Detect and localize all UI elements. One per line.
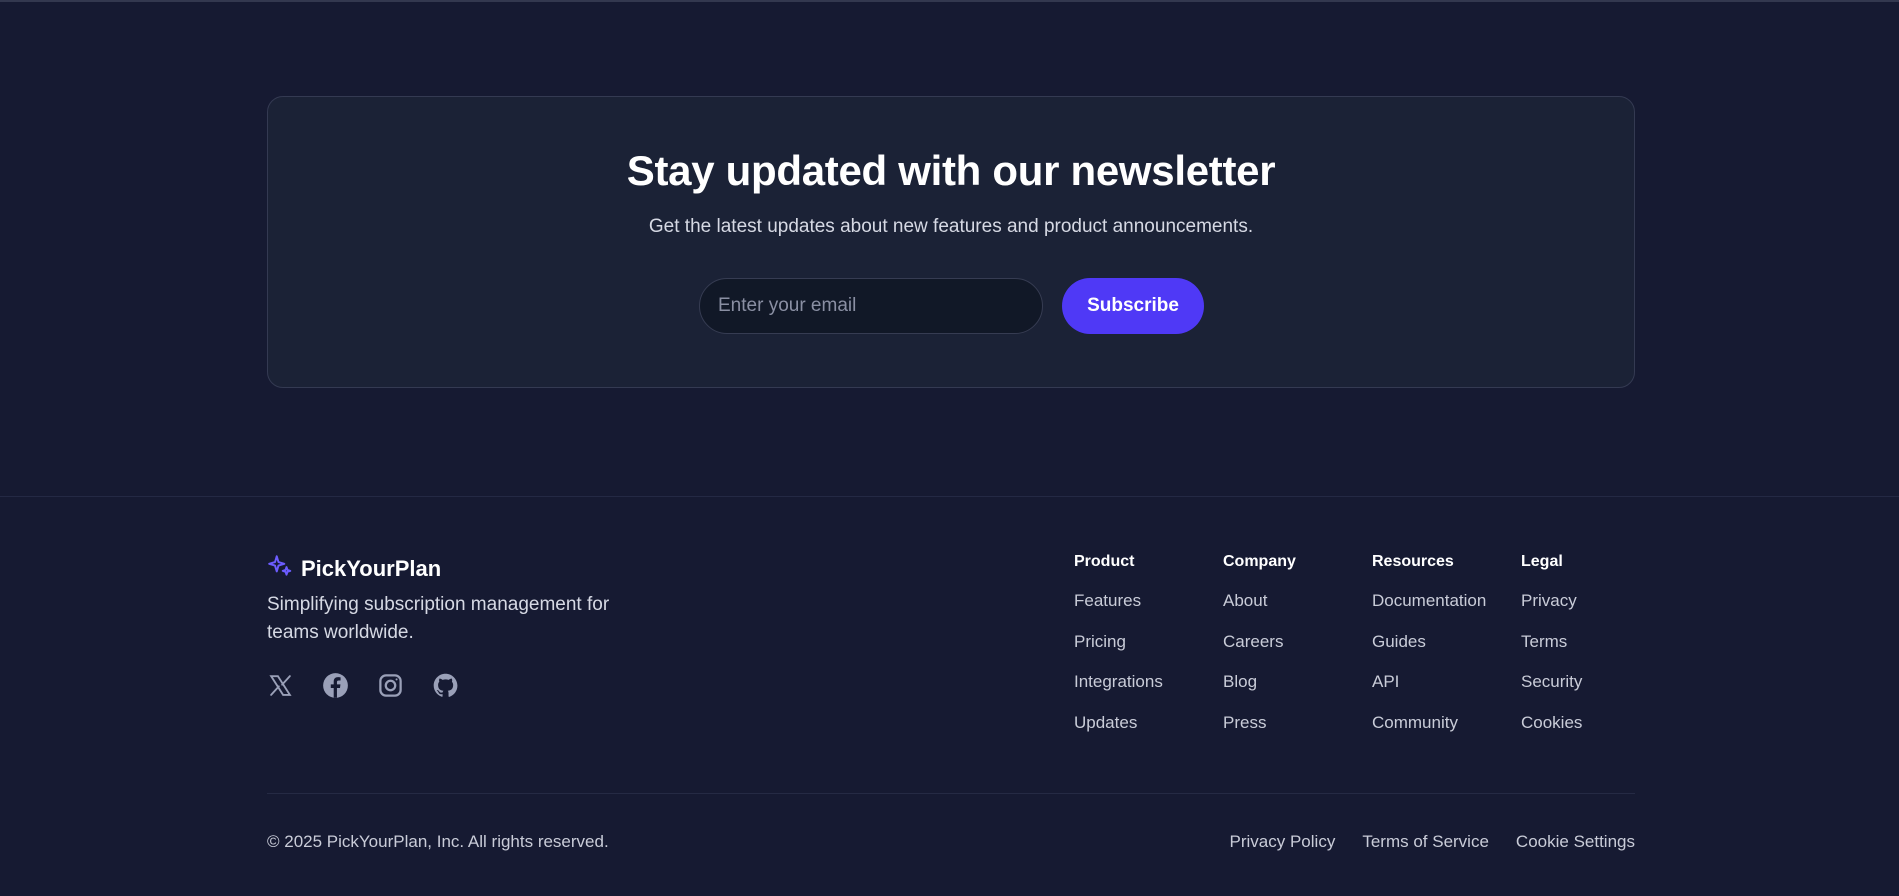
footer-link-terms[interactable]: Terms (1521, 631, 1582, 652)
footer-link-api[interactable]: API (1372, 671, 1486, 692)
brand-logo[interactable]: PickYourPlan (267, 553, 441, 584)
column-heading: Product (1074, 553, 1135, 570)
newsletter-subtitle: Get the latest updates about new feature… (648, 216, 1254, 237)
footer-link-pricing[interactable]: Pricing (1074, 631, 1163, 652)
sparkles-icon (267, 553, 293, 584)
bottom-divider (267, 793, 1635, 794)
footer-divider (0, 496, 1899, 497)
legal-links: Privacy Policy Terms of Service Cookie S… (1230, 832, 1635, 852)
top-divider (0, 0, 1899, 2)
footer-link-blog[interactable]: Blog (1223, 671, 1296, 692)
newsletter-title: Stay updated with our newsletter (626, 147, 1276, 194)
brand-tagline: Simplifying subscription management for … (267, 594, 610, 643)
copyright-text: © 2025 PickYourPlan, Inc. All rights res… (267, 832, 609, 851)
x-twitter-icon[interactable] (267, 672, 294, 699)
footer-column-resources: Resources Documentation Guides API Commu… (1372, 553, 1486, 752)
footer-link-documentation[interactable]: Documentation (1372, 590, 1486, 611)
column-heading: Company (1223, 553, 1296, 570)
footer-link-features[interactable]: Features (1074, 590, 1163, 611)
subscribe-button[interactable]: Subscribe (1062, 278, 1204, 334)
email-input[interactable] (699, 278, 1043, 334)
footer-link-security[interactable]: Security (1521, 671, 1582, 692)
footer-column-legal: Legal Privacy Terms Security Cookies (1521, 553, 1582, 752)
terms-of-service-link[interactable]: Terms of Service (1362, 832, 1489, 852)
newsletter-card: Stay updated with our newsletter Get the… (267, 96, 1635, 388)
footer-link-community[interactable]: Community (1372, 712, 1486, 733)
newsletter-form: Subscribe (699, 278, 1204, 334)
footer-link-privacy[interactable]: Privacy (1521, 590, 1582, 611)
cookie-settings-link[interactable]: Cookie Settings (1516, 832, 1635, 852)
footer-link-cookies[interactable]: Cookies (1521, 712, 1582, 733)
github-icon[interactable] (432, 672, 459, 699)
footer-link-careers[interactable]: Careers (1223, 631, 1296, 652)
footer-link-updates[interactable]: Updates (1074, 712, 1163, 733)
footer-column-company: Company About Careers Blog Press (1223, 553, 1296, 752)
footer-link-about[interactable]: About (1223, 590, 1296, 611)
facebook-icon[interactable] (322, 672, 349, 699)
privacy-policy-link[interactable]: Privacy Policy (1230, 832, 1336, 852)
page: Stay updated with our newsletter Get the… (0, 0, 1899, 896)
footer-link-guides[interactable]: Guides (1372, 631, 1486, 652)
footer-link-integrations[interactable]: Integrations (1074, 671, 1163, 692)
column-heading: Legal (1521, 553, 1563, 570)
column-heading: Resources (1372, 553, 1454, 570)
brand-name: PickYourPlan (301, 555, 442, 581)
instagram-icon[interactable] (377, 672, 404, 699)
social-links (267, 672, 459, 699)
footer-column-product: Product Features Pricing Integrations Up… (1074, 553, 1163, 752)
footer-link-press[interactable]: Press (1223, 712, 1296, 733)
